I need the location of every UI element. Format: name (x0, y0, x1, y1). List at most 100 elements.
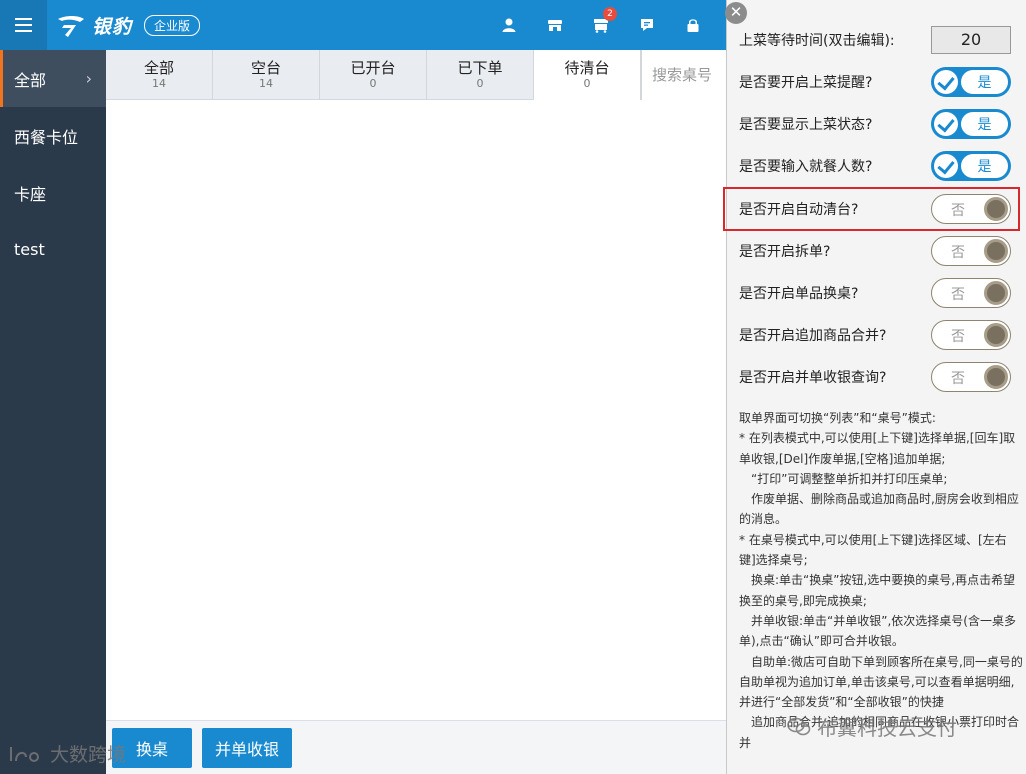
menu-button[interactable] (0, 0, 47, 50)
tab-count: 14 (152, 77, 166, 90)
tab-ordered[interactable]: 已下单 0 (427, 50, 534, 100)
toggle-text: 是 (961, 112, 1008, 136)
tab-label: 已开台 (350, 59, 396, 77)
toggle-knob (984, 239, 1008, 263)
auto-clear-toggle[interactable]: 否 (931, 194, 1011, 224)
watermark-left-text: 大数跨境 (50, 744, 127, 766)
toggle-text: 否 (951, 329, 965, 345)
merge-additions-toggle[interactable]: 否 (931, 320, 1011, 350)
top-bar: 银豹 企业版 2 (0, 0, 726, 50)
setting-label: 是否开启自动清台? (739, 202, 859, 218)
sidebar-item-label: 卡座 (14, 184, 47, 204)
setting-label: 是否开启拆单? (739, 244, 831, 260)
top-icon-group: 2 (486, 0, 716, 50)
tab-all[interactable]: 全部 14 (106, 50, 213, 100)
help-text: 取单界面可切换“列表”和“桌号”模式: * 在列表模式中,可以使用[上下键]选择… (739, 408, 1023, 753)
setting-row-split-bill: 是否开启拆单? 否 (727, 230, 1026, 272)
sidebar-item-label: 西餐卡位 (14, 127, 79, 147)
split-bill-toggle[interactable]: 否 (931, 236, 1011, 266)
tab-count: 0 (369, 77, 377, 90)
help-line: * 在桌号模式中,可以使用[上下键]选择区域、[左右键]选择桌号; (739, 532, 1007, 568)
tab-label: 空台 (250, 59, 281, 77)
menu-icon-line (15, 30, 32, 32)
watermark-right-text: 布翼科技云支付 (817, 716, 957, 740)
edition-badge: 企业版 (144, 15, 201, 36)
serve-status-toggle[interactable]: 是 (931, 109, 1011, 139)
toggle-text: 否 (951, 287, 965, 303)
wait-time-field[interactable]: 20 (931, 26, 1011, 54)
sidebar-item-label: test (14, 240, 45, 259)
sidebar-item-label: 全部 (14, 70, 47, 90)
tab-label: 已下单 (457, 59, 503, 77)
setting-row-merge-additions: 是否开启追加商品合并? 否 (727, 314, 1026, 356)
wait-time-label: 上菜等待时间(双击编辑): (739, 33, 895, 49)
setting-row-serve-status: 是否要显示上菜状态? 是 (727, 103, 1026, 145)
help-line: 自助单:微店可自助下单到顾客所在桌号,同一桌号的自助单视为追加订单,单击该桌号,… (739, 654, 1023, 710)
sidebar-item-all[interactable]: 全部 › (0, 50, 106, 107)
help-line: 取单界面可切换“列表”和“桌号”模式: (739, 411, 936, 425)
setting-row-merge-query: 是否开启并单收银查询? 否 (727, 356, 1026, 398)
menu-icon-line (15, 18, 32, 20)
settings-panel: ✕ 上菜等待时间(双击编辑): 20 是否要开启上菜提醒? 是 是否要显示上菜状… (723, 0, 1026, 774)
tab-label: 全部 (143, 59, 174, 77)
table-search (641, 50, 726, 100)
setting-row-serve-reminder: 是否要开启上菜提醒? 是 (727, 61, 1026, 103)
toggle-knob (984, 281, 1008, 305)
table-status-tabs: 全部 14 空台 14 已开台 0 已下单 0 待清台 0 (106, 50, 726, 100)
message-icon[interactable] (624, 0, 670, 50)
help-line: 作废单据、删除商品或追加商品时,厨房会收到相应的消息。 (739, 492, 1019, 527)
lock-icon[interactable] (670, 0, 716, 50)
setting-label: 是否要显示上菜状态? (739, 117, 873, 133)
item-swap-toggle[interactable]: 否 (931, 278, 1011, 308)
chevron-right-icon: › (85, 69, 92, 88)
sidebar-item-test[interactable]: test (0, 221, 106, 278)
check-icon (934, 112, 958, 136)
table-search-input[interactable] (652, 66, 726, 84)
sidebar-item-western-booth[interactable]: 西餐卡位 (0, 107, 106, 164)
setting-label: 是否开启并单收银查询? (739, 370, 887, 386)
toggle-knob (984, 197, 1008, 221)
table-grid-area (106, 100, 726, 720)
tab-count: 0 (476, 77, 484, 90)
wechat-icon (787, 717, 811, 735)
help-line: 换桌:单击“换桌”按钮,选中要换的桌号,再点击希望换至的桌号,即完成换桌; (739, 573, 1016, 608)
menu-icon-line (15, 24, 32, 26)
setting-row-auto-clear: 是否开启自动清台? 否 (727, 188, 1026, 230)
leopard-logo-icon (58, 15, 84, 37)
diner-count-toggle[interactable]: 是 (931, 151, 1011, 181)
setting-label: 是否开启追加商品合并? (739, 328, 887, 344)
setting-label: 是否开启单品换桌? (739, 286, 859, 302)
merge-checkout-button[interactable]: 并单收银 (202, 728, 292, 768)
brand-logo: 银豹 企业版 (56, 12, 201, 39)
user-icon[interactable] (486, 0, 532, 50)
check-icon (934, 70, 958, 94)
area-sidebar: 全部 › 西餐卡位 卡座 test (0, 50, 106, 774)
toggle-knob (984, 323, 1008, 347)
setting-row-item-swap: 是否开启单品换桌? 否 (727, 272, 1026, 314)
tab-to-clear[interactable]: 待清台 0 (534, 50, 641, 100)
setting-row-diner-count: 是否要输入就餐人数? 是 (727, 145, 1026, 187)
bottom-action-bar: 换桌 并单收银 (106, 720, 726, 774)
brand-name: 银豹 (92, 16, 133, 38)
cart-badge: 2 (603, 7, 617, 21)
help-line: * 在列表模式中,可以使用[上下键]选择单据,[回车]取单收银,[Del]作废单… (739, 431, 1016, 466)
merge-query-toggle[interactable]: 否 (931, 362, 1011, 392)
toggle-text: 否 (951, 371, 965, 387)
watermark-logo-icon (10, 746, 40, 762)
toggle-knob (984, 365, 1008, 389)
sidebar-item-booth[interactable]: 卡座 (0, 164, 106, 221)
store-icon[interactable] (532, 0, 578, 50)
cart-icon[interactable]: 2 (578, 0, 624, 50)
toggle-text: 否 (951, 245, 965, 261)
toggle-text: 否 (951, 203, 965, 219)
tab-empty[interactable]: 空台 14 (213, 50, 320, 100)
check-icon (934, 154, 958, 178)
watermark-right: 布翼科技云支付 (787, 712, 957, 741)
tab-opened[interactable]: 已开台 0 (320, 50, 427, 100)
toggle-text: 是 (961, 154, 1008, 178)
help-line: 并单收银:单击“并单收银”,依次选择桌号(含一桌多单),点击“确认”即可合并收银… (739, 613, 1016, 649)
setting-label: 是否要开启上菜提醒? (739, 75, 873, 91)
tab-label: 待清台 (564, 59, 610, 77)
serve-reminder-toggle[interactable]: 是 (931, 67, 1011, 97)
tab-count: 14 (259, 77, 273, 90)
